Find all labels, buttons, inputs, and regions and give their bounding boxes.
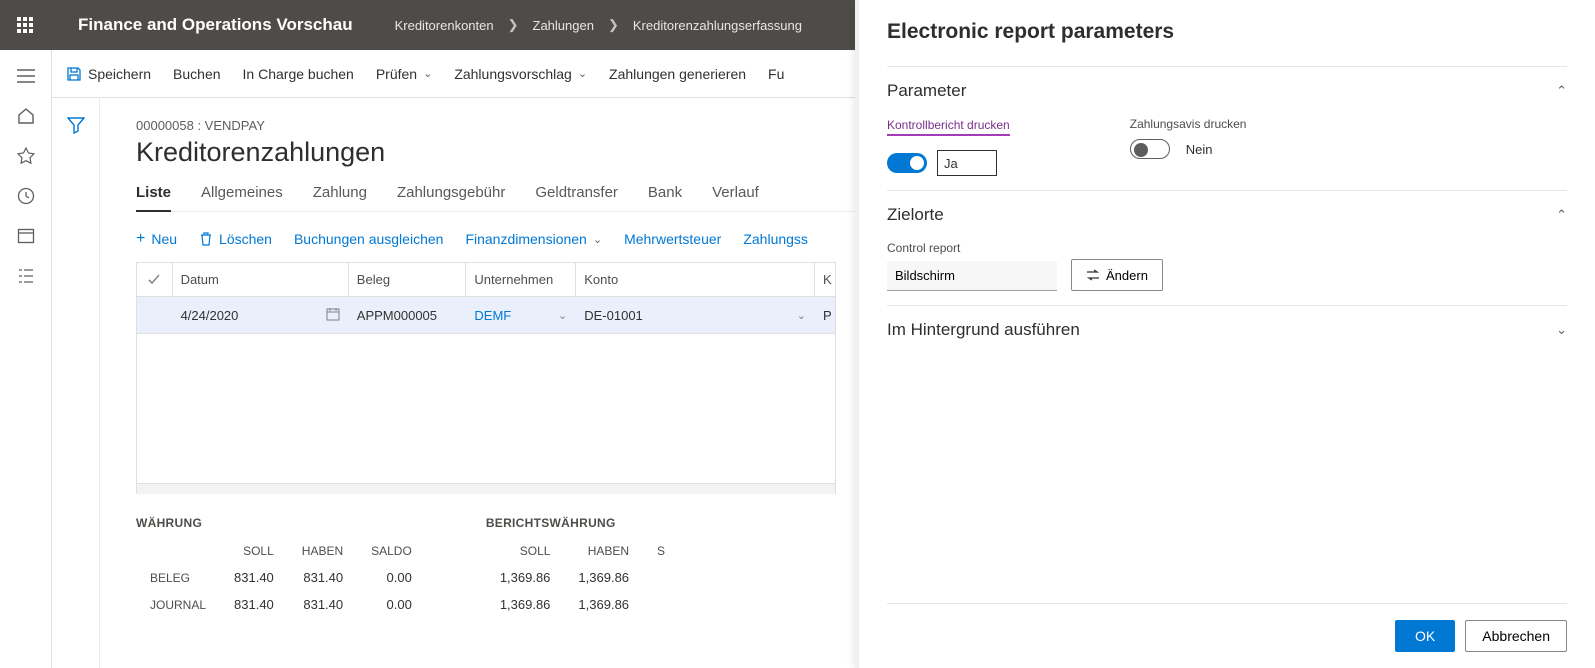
section-destinations-header[interactable]: Zielorte ⌃: [887, 205, 1567, 225]
tab-payment[interactable]: Zahlung: [313, 184, 367, 201]
print-control-report-label: Kontrollbericht drucken: [887, 118, 1010, 136]
tab-transfer[interactable]: Geldtransfer: [535, 184, 618, 201]
section-parameter: Parameter ⌃ Kontrollbericht drucken Ja Z…: [887, 66, 1567, 190]
chevron-down-icon[interactable]: ⌄: [797, 309, 806, 322]
cell-account[interactable]: DE-01001⌄: [576, 297, 815, 333]
print-advice-value: Nein: [1180, 142, 1213, 157]
workspace-icon[interactable]: [16, 226, 36, 246]
cell-company[interactable]: DEMF⌄: [466, 297, 576, 333]
breadcrumb-item[interactable]: Kreditorenkonten: [395, 18, 494, 33]
chevron-down-icon: ⌄: [578, 67, 587, 80]
col-header-voucher[interactable]: Beleg: [349, 263, 467, 296]
tab-list[interactable]: Liste: [136, 184, 171, 212]
control-report-label: Control report: [887, 241, 1057, 255]
chevron-down-icon[interactable]: ⌄: [558, 309, 567, 322]
currency-totals: SOLLHABENSALDO BELEG831.40831.400.00 JOU…: [136, 538, 426, 618]
col-header-last[interactable]: K: [815, 263, 835, 296]
breadcrumb-item[interactable]: Kreditorenzahlungserfassung: [633, 18, 802, 33]
select-all-checkbox[interactable]: [137, 263, 173, 296]
payment-status-button[interactable]: Zahlungss: [743, 230, 808, 248]
print-advice-toggle[interactable]: [1130, 139, 1170, 159]
financial-dimensions-button[interactable]: Finanzdimensionen⌄: [465, 230, 602, 248]
tab-general[interactable]: Allgemeines: [201, 184, 283, 201]
panel-footer: OK Abbrechen: [887, 603, 1567, 668]
print-advice-label: Zahlungsavis drucken: [1130, 117, 1247, 131]
post-in-charge-button[interactable]: In Charge buchen: [243, 66, 354, 82]
calendar-icon[interactable]: [326, 307, 340, 324]
star-icon[interactable]: [16, 146, 36, 166]
swap-icon: [1086, 269, 1100, 281]
section-parameter-header[interactable]: Parameter ⌃: [887, 81, 1567, 101]
breadcrumb-item[interactable]: Zahlungen: [533, 18, 594, 33]
post-button[interactable]: Buchen: [173, 66, 220, 82]
report-currency-totals: SOLLHABENS 1,369.861,369.86 1,369.861,36…: [486, 538, 679, 618]
tab-bank[interactable]: Bank: [648, 184, 682, 201]
change-button[interactable]: Ändern: [1071, 259, 1163, 291]
col-header-account[interactable]: Konto: [576, 263, 815, 296]
vat-button[interactable]: Mehrwertsteuer: [624, 230, 721, 248]
grid-empty-area: [136, 334, 836, 484]
print-control-report-toggle[interactable]: [887, 153, 927, 173]
generate-payments-button[interactable]: Zahlungen generieren: [609, 66, 746, 82]
cancel-button[interactable]: Abbrechen: [1465, 620, 1567, 652]
tab-fee[interactable]: Zahlungsgebühr: [397, 184, 505, 201]
chevron-right-icon: ❯: [508, 17, 519, 33]
overflow-button[interactable]: Fu: [768, 66, 784, 82]
row-selector[interactable]: [137, 297, 173, 333]
control-report-input[interactable]: [887, 261, 1057, 291]
chevron-down-icon: ⌄: [423, 67, 432, 80]
save-button[interactable]: Speichern: [66, 66, 151, 82]
save-label: Speichern: [88, 66, 151, 82]
settle-transactions-button[interactable]: Buchungen ausgleichen: [294, 230, 443, 248]
col-header-date[interactable]: Datum: [173, 263, 349, 296]
grid-header: Datum Beleg Unternehmen Konto K: [137, 263, 835, 297]
new-button[interactable]: +Neu: [136, 230, 177, 248]
cell-last[interactable]: P: [815, 297, 835, 333]
modules-icon[interactable]: [16, 266, 36, 286]
chevron-up-icon: ⌃: [1556, 207, 1567, 223]
chevron-up-icon: ⌃: [1556, 83, 1567, 99]
grid-scrollbar-stub[interactable]: [136, 484, 836, 494]
recent-icon[interactable]: [16, 186, 36, 206]
home-icon[interactable]: [16, 106, 36, 126]
payment-proposal-button[interactable]: Zahlungsvorschlag⌄: [454, 66, 587, 82]
validate-button[interactable]: Prüfen⌄: [376, 66, 432, 82]
tab-history[interactable]: Verlauf: [712, 184, 759, 201]
section-background: Im Hintergrund ausführen ⌄: [887, 305, 1567, 354]
app-title: Finance and Operations Vorschau: [50, 15, 381, 35]
section-destinations: Zielorte ⌃ Control report Ändern: [887, 190, 1567, 305]
hamburger-icon[interactable]: [16, 66, 36, 86]
data-grid: Datum Beleg Unternehmen Konto K 4/24/202…: [136, 262, 836, 334]
panel-title: Electronic report parameters: [887, 20, 1567, 44]
cell-voucher[interactable]: APPM000005: [349, 297, 467, 333]
breadcrumb: Kreditorenkonten ❯ Zahlungen ❯ Kreditore…: [381, 17, 802, 33]
filter-column: [52, 98, 100, 668]
chevron-down-icon: ⌄: [1556, 322, 1567, 338]
trash-icon: [199, 232, 213, 246]
col-header-company[interactable]: Unternehmen: [466, 263, 576, 296]
delete-button[interactable]: Löschen: [199, 230, 272, 248]
app-launcher-icon[interactable]: [0, 0, 50, 50]
section-background-header[interactable]: Im Hintergrund ausführen ⌄: [887, 320, 1567, 340]
report-currency-heading: BERICHTSWÄHRUNG: [486, 516, 679, 530]
chevron-down-icon: ⌄: [593, 233, 602, 246]
chevron-right-icon: ❯: [608, 17, 619, 33]
filter-icon[interactable]: [67, 116, 85, 134]
side-panel: Electronic report parameters Parameter ⌃…: [855, 0, 1595, 668]
ok-button[interactable]: OK: [1395, 620, 1455, 652]
table-row[interactable]: 4/24/2020 APPM000005 DEMF⌄ DE-01001⌄ P: [137, 297, 835, 333]
left-nav-rail: [0, 50, 52, 668]
currency-heading: WÄHRUNG: [136, 516, 426, 530]
cell-date[interactable]: 4/24/2020: [173, 297, 349, 333]
print-control-report-value[interactable]: Ja: [937, 150, 997, 176]
